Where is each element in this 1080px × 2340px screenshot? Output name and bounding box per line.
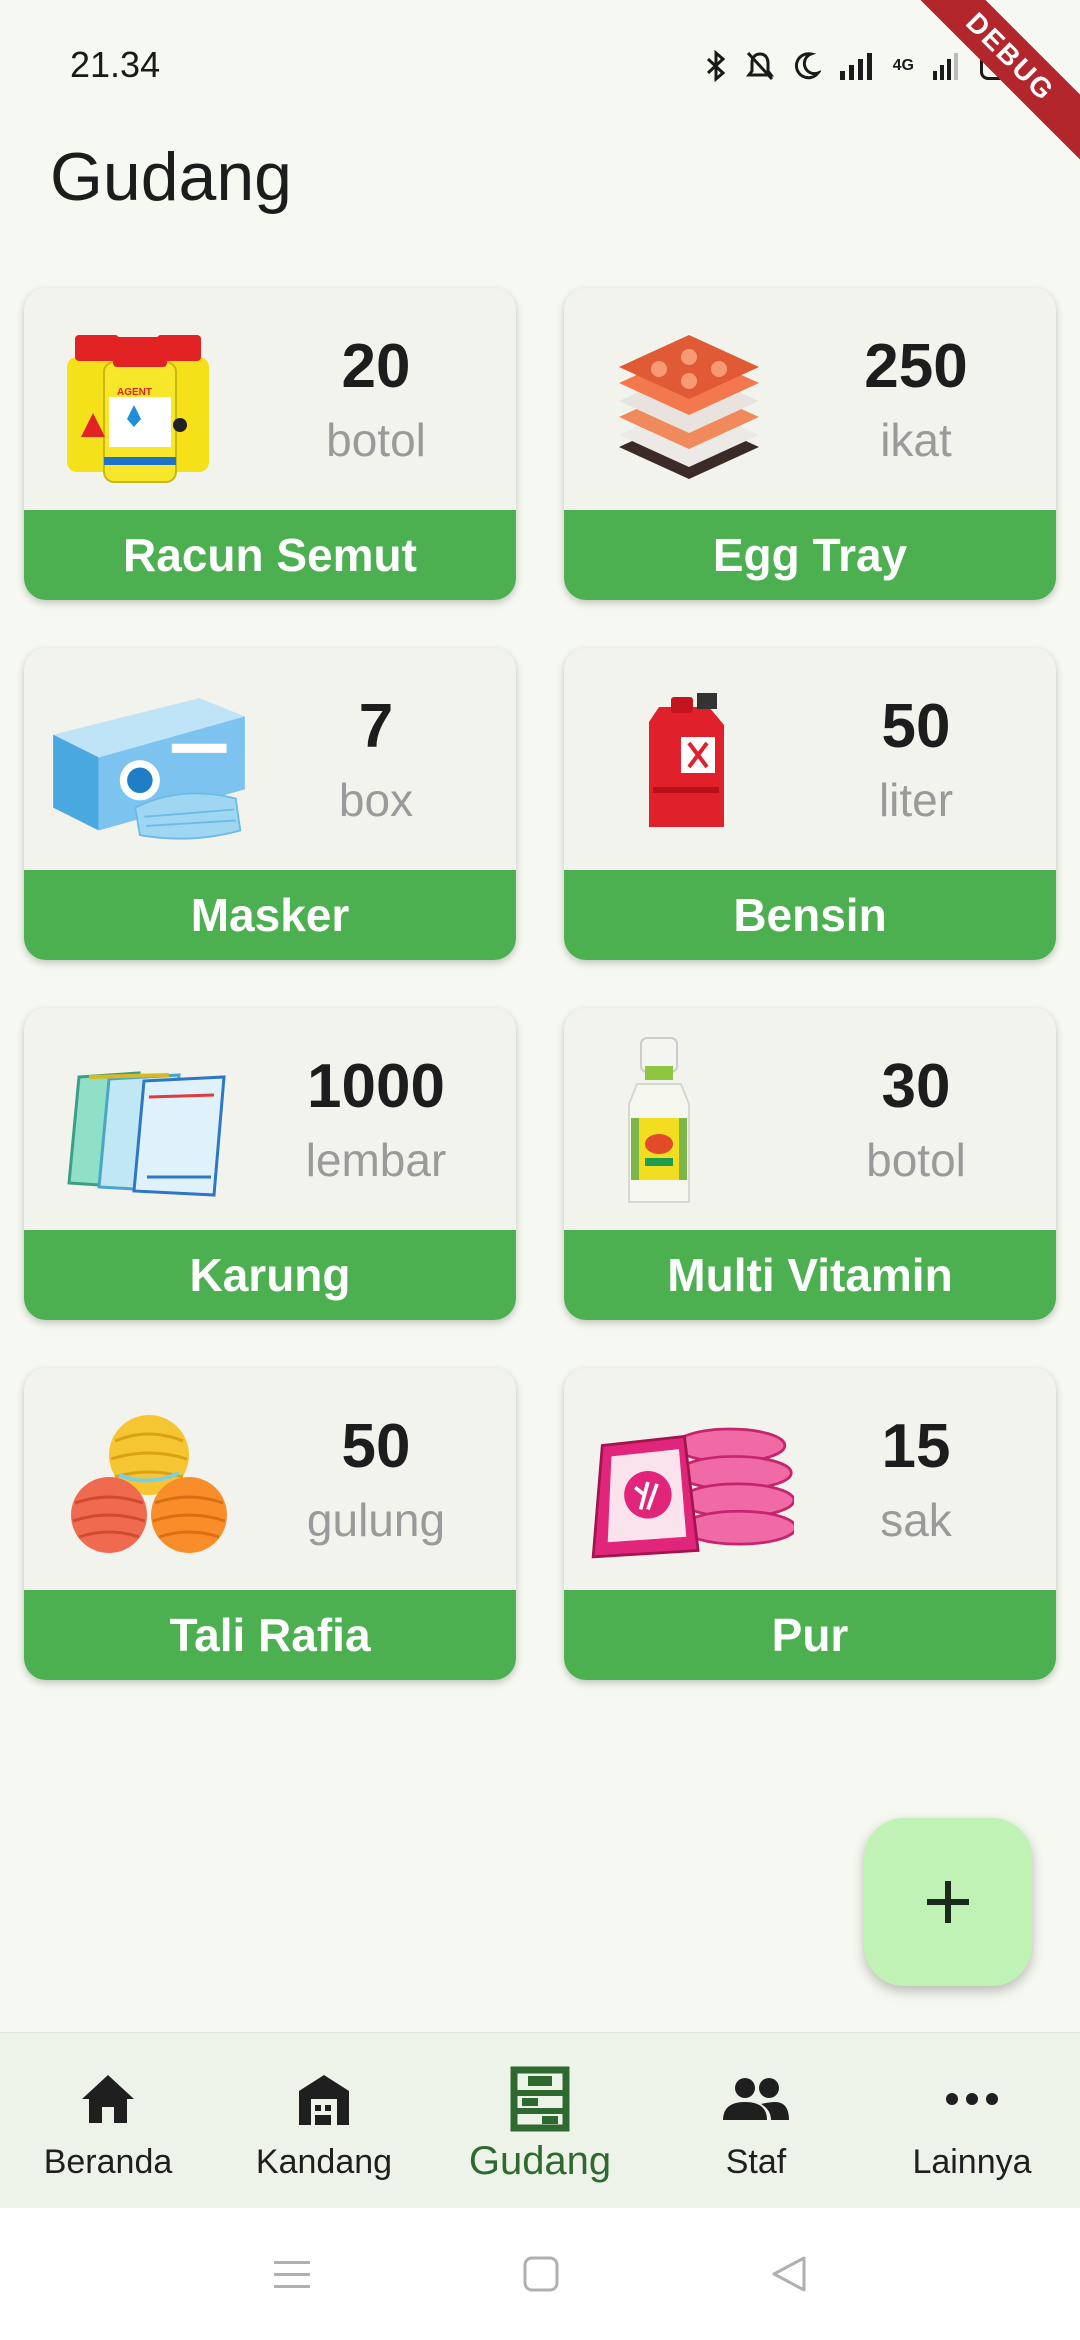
nav-label: Kandang xyxy=(255,2143,393,2181)
inventory-card-multi-vitamin[interactable]: 30 botol Multi Vitamin xyxy=(564,1008,1056,1320)
item-unit: gulung xyxy=(306,1494,446,1546)
nav-item-lainnya[interactable]: Lainnya xyxy=(864,2033,1080,2208)
vitamin-bottle-icon xyxy=(584,1032,794,1212)
card-content: 50 liter xyxy=(564,648,1056,870)
quantity-block: 50 liter xyxy=(806,692,1026,832)
add-item-button[interactable] xyxy=(864,1818,1032,1986)
item-quantity: 20 xyxy=(341,332,411,401)
signal-icon xyxy=(839,53,872,80)
sack-icon xyxy=(44,1032,254,1212)
card-content: 250 ikat xyxy=(564,288,1056,510)
svg-text:AGENT: AGENT xyxy=(117,387,152,398)
card-content: 1000 lembar xyxy=(24,1008,516,1230)
item-quantity: 1000 xyxy=(307,1052,445,1121)
item-unit: sak xyxy=(880,1494,952,1546)
system-navigation-bar xyxy=(0,2208,1080,2340)
item-quantity: 15 xyxy=(881,1412,951,1481)
moon-icon xyxy=(794,52,821,80)
item-name: Pur xyxy=(564,1590,1056,1680)
mask-box-icon xyxy=(44,672,254,852)
bell-off-icon xyxy=(745,51,774,81)
item-unit: lembar xyxy=(305,1134,447,1186)
item-unit: ikat xyxy=(880,414,952,466)
nav-label: Gudang xyxy=(468,2139,612,2183)
status-bar: 21.34 4G 86 xyxy=(0,0,1080,130)
square-icon xyxy=(523,2256,559,2292)
back-button[interactable] xyxy=(770,2254,808,2294)
item-name: Masker xyxy=(24,870,516,960)
inventory-card-karung[interactable]: 1000 lembar Karung xyxy=(24,1008,516,1320)
quantity-block: 1000 lembar xyxy=(266,1052,486,1192)
nav-item-kandang[interactable]: Kandang xyxy=(216,2033,432,2208)
inventory-card-masker[interactable]: 7 box Masker xyxy=(24,648,516,960)
egg-tray-icon xyxy=(584,312,794,492)
item-unit: botol xyxy=(326,414,426,466)
item-name: Racun Semut xyxy=(24,510,516,600)
people-icon xyxy=(721,2063,791,2135)
nav-item-staf[interactable]: Staf xyxy=(648,2033,864,2208)
inventory-card-racun-semut[interactable]: AGENT 20 botol Racun Semut xyxy=(24,288,516,600)
page-title: Gudang xyxy=(50,139,292,215)
warehouse-icon xyxy=(510,2063,570,2135)
item-unit: liter xyxy=(878,774,954,826)
home-button[interactable] xyxy=(522,2255,560,2293)
item-quantity: 7 xyxy=(358,692,394,761)
card-content: 7 box xyxy=(24,648,516,870)
bottom-navigation: Beranda Kandang Gudang Staf Lainnya xyxy=(0,2032,1080,2208)
item-name: Bensin xyxy=(564,870,1056,960)
quantity-block: 7 box xyxy=(266,692,486,832)
inventory-card-egg-tray[interactable]: 250 ikat Egg Tray xyxy=(564,288,1056,600)
item-unit: botol xyxy=(866,1134,966,1186)
barn-icon xyxy=(293,2063,355,2135)
item-quantity: 50 xyxy=(341,1412,411,1481)
menu-icon xyxy=(274,2261,310,2288)
more-icon xyxy=(944,2063,1000,2135)
back-triangle-icon xyxy=(772,2256,806,2292)
item-name: Multi Vitamin xyxy=(564,1230,1056,1320)
plus-icon xyxy=(927,1881,969,1923)
poison-bottles-icon: AGENT xyxy=(44,312,254,492)
item-name: Tali Rafia xyxy=(24,1590,516,1680)
item-quantity: 250 xyxy=(864,332,968,401)
home-icon xyxy=(78,2063,138,2135)
item-quantity: 50 xyxy=(881,692,951,761)
inventory-grid: AGENT 20 botol Racun Semut 250 ikat Egg … xyxy=(24,288,1056,1680)
item-unit: box xyxy=(338,774,414,826)
bluetooth-icon xyxy=(706,50,725,82)
quantity-block: 15 sak xyxy=(806,1412,1026,1552)
quantity-block: 250 ikat xyxy=(806,332,1026,472)
fuel-can-icon xyxy=(584,672,794,852)
inventory-card-bensin[interactable]: 50 liter Bensin xyxy=(564,648,1056,960)
card-content: AGENT 20 botol xyxy=(24,288,516,510)
quantity-block: 20 botol xyxy=(266,332,486,472)
nav-item-beranda[interactable]: Beranda xyxy=(0,2033,216,2208)
card-content: 30 botol xyxy=(564,1008,1056,1230)
inventory-card-tali-rafia[interactable]: 50 gulung Tali Rafia xyxy=(24,1368,516,1680)
card-content: 15 sak xyxy=(564,1368,1056,1590)
recent-apps-button[interactable] xyxy=(272,2257,312,2291)
signal-secondary-icon xyxy=(933,53,958,80)
card-content: 50 gulung xyxy=(24,1368,516,1590)
quantity-block: 30 botol xyxy=(806,1052,1026,1192)
nav-label: Staf xyxy=(725,2143,787,2181)
item-name: Karung xyxy=(24,1230,516,1320)
nav-item-gudang[interactable]: Gudang xyxy=(432,2033,648,2208)
status-time: 21.34 xyxy=(70,44,161,85)
feed-sacks-icon xyxy=(584,1392,794,1572)
rope-rolls-icon xyxy=(44,1392,254,1572)
nav-label: Beranda xyxy=(43,2143,173,2181)
item-quantity: 30 xyxy=(881,1052,951,1121)
inventory-card-pur[interactable]: 15 sak Pur xyxy=(564,1368,1056,1680)
network-type-label: 4G xyxy=(892,57,914,74)
quantity-block: 50 gulung xyxy=(266,1412,486,1552)
item-name: Egg Tray xyxy=(564,510,1056,600)
nav-label: Lainnya xyxy=(912,2143,1032,2181)
